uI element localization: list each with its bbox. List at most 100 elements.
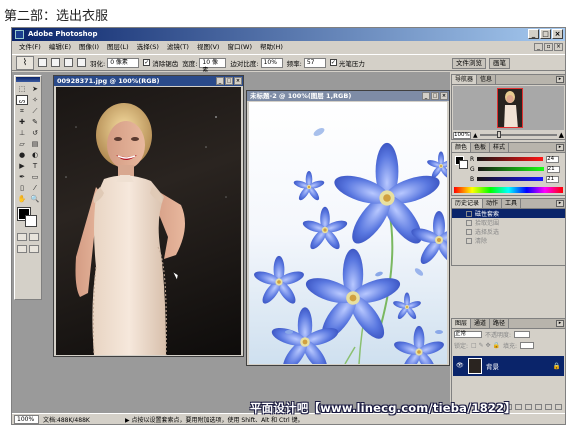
hand-tool-icon[interactable]: ✋ — [16, 194, 28, 204]
blue-slider[interactable] — [477, 177, 544, 181]
navigator-zoom-input[interactable]: 100% — [453, 131, 471, 139]
zoom-in-icon[interactable]: ▲ — [559, 131, 564, 139]
blend-mode-select[interactable]: 正常 — [454, 331, 482, 338]
flowers-canvas[interactable] — [249, 102, 447, 364]
photo-canvas[interactable] — [56, 87, 241, 355]
history-item[interactable]: 磁性套索 — [452, 209, 565, 218]
clone-stamp-icon[interactable]: ⊥ — [16, 128, 28, 138]
shape-tool-icon[interactable]: ▭ — [29, 172, 41, 182]
tab-styles[interactable]: 样式 — [490, 143, 510, 152]
width-input[interactable]: 10 像素 — [199, 57, 227, 74]
screen-mode-icon[interactable] — [17, 245, 27, 253]
eraser-tool-icon[interactable]: ▱ — [16, 139, 28, 149]
green-value-input[interactable]: 21 — [546, 165, 560, 173]
doc-maximize-button[interactable]: □ — [225, 77, 233, 85]
history-item[interactable]: 选择反选 — [452, 227, 565, 236]
panel-menu-icon[interactable]: ▸ — [556, 320, 564, 327]
color-background-swatch[interactable] — [459, 160, 468, 169]
move-tool-icon[interactable]: ➤ — [29, 84, 41, 94]
background-color-swatch[interactable] — [25, 215, 37, 227]
zoom-tool-icon[interactable]: 🔍 — [29, 194, 41, 204]
panel-menu-icon[interactable]: ▸ — [556, 144, 564, 151]
tab-navigator[interactable]: 导航器 — [452, 75, 478, 84]
tab-tools[interactable]: 工具 — [502, 199, 522, 208]
pen-pressure-checkbox[interactable]: ✓ — [329, 59, 337, 66]
panel-menu-icon[interactable]: ▸ — [556, 76, 564, 83]
tab-file-browser[interactable]: 文件浏览 — [452, 58, 486, 69]
subtract-selection-mode[interactable] — [64, 58, 73, 67]
slice-tool-icon[interactable]: ⟋ — [29, 106, 41, 116]
blur-tool-icon[interactable]: ● — [16, 150, 28, 160]
menu-filter[interactable]: 滤镜(T) — [163, 42, 193, 53]
tab-info[interactable]: 信息 — [477, 75, 497, 84]
doc-title-bar[interactable]: 00928371.jpg @ 100%(RGB) _ □ × — [54, 76, 243, 86]
crop-tool-icon[interactable]: ⌗ — [16, 106, 28, 116]
standard-mode-icon[interactable] — [17, 233, 27, 241]
eye-icon[interactable]: 👁 — [456, 362, 464, 370]
panel-menu-icon[interactable]: ▸ — [556, 200, 564, 207]
menu-help[interactable]: 帮助(H) — [256, 42, 287, 53]
document-window-photo[interactable]: 00928371.jpg @ 100%(RGB) _ □ × — [53, 75, 244, 357]
lock-icons[interactable]: □ ✎ ✥ 🔒 — [471, 342, 500, 349]
doc-maximize-button[interactable]: □ — [431, 92, 439, 100]
red-slider[interactable] — [477, 157, 544, 161]
menu-window[interactable]: 窗口(W) — [223, 42, 256, 53]
doc-close-button[interactable]: × — [440, 92, 448, 100]
document-window-flowers[interactable]: 未标题-2 @ 100%(图层 1,RGB) _ □ × — [246, 90, 450, 366]
red-value-input[interactable]: 24 — [546, 155, 560, 163]
antialias-checkbox[interactable]: ✓ — [143, 59, 151, 66]
healing-brush-icon[interactable]: ✚ — [16, 117, 28, 127]
eyedropper-tool-icon[interactable]: ⁄ — [29, 183, 41, 193]
tab-brushes[interactable]: 画笔 — [489, 58, 510, 69]
zoom-slider[interactable] — [479, 131, 557, 138]
doc-close-button[interactable]: × — [554, 43, 563, 51]
doc-restore-button[interactable]: ▫ — [544, 43, 553, 51]
feather-input[interactable]: 0 像素 — [107, 57, 140, 68]
doc-minimize-button[interactable]: _ — [216, 77, 224, 85]
magnetic-lasso-tool-icon[interactable]: ᔕ — [16, 95, 28, 105]
history-brush-icon[interactable]: ↺ — [29, 128, 41, 138]
menu-layer[interactable]: 图层(L) — [103, 42, 133, 53]
status-zoom-input[interactable]: 100% — [14, 414, 39, 424]
tab-color[interactable]: 颜色 — [452, 143, 472, 152]
trash-icon[interactable] — [555, 404, 562, 410]
history-item[interactable]: 拾取范围 — [452, 218, 565, 227]
marquee-tool-icon[interactable]: ⬚ — [16, 84, 28, 94]
fill-input[interactable] — [519, 342, 534, 349]
tab-swatches[interactable]: 色板 — [471, 143, 491, 152]
tab-channels[interactable]: 通道 — [471, 319, 491, 328]
tab-paths[interactable]: 路径 — [490, 319, 510, 328]
tab-history[interactable]: 历史记录 — [452, 199, 484, 208]
tab-layers[interactable]: 图层 — [452, 319, 472, 328]
intersect-selection-mode[interactable] — [77, 58, 86, 67]
navigator-preview[interactable] — [453, 86, 564, 130]
menu-file[interactable]: 文件(F) — [15, 42, 45, 53]
add-selection-mode[interactable] — [51, 58, 60, 67]
menu-view[interactable]: 视图(V) — [193, 42, 224, 53]
magic-wand-tool-icon[interactable]: ✧ — [29, 95, 41, 105]
fullscreen-mode-icon[interactable] — [29, 245, 39, 253]
doc-minimize-button[interactable]: _ — [422, 92, 430, 100]
quickmask-mode-icon[interactable] — [29, 233, 39, 241]
document-size[interactable]: 文档:488K/488K — [43, 415, 121, 424]
notes-tool-icon[interactable]: ▯ — [16, 183, 28, 193]
zoom-out-icon[interactable]: ▲ — [473, 132, 478, 139]
gradient-tool-icon[interactable]: ▤ — [29, 139, 41, 149]
menu-edit[interactable]: 编辑(E) — [45, 42, 75, 53]
green-slider[interactable] — [477, 167, 544, 171]
maximize-button[interactable]: □ — [540, 29, 551, 39]
color-spectrum-bar[interactable] — [454, 187, 563, 193]
brush-tool-icon[interactable]: ✎ — [29, 117, 41, 127]
dodge-tool-icon[interactable]: ◐ — [29, 150, 41, 160]
layer-mask-icon[interactable] — [515, 404, 522, 410]
pen-tool-icon[interactable]: ✒ — [16, 172, 28, 182]
new-set-icon[interactable] — [525, 404, 532, 410]
close-button[interactable]: × — [552, 29, 563, 39]
edge-contrast-input[interactable]: 10% — [260, 57, 283, 68]
menu-image[interactable]: 图像(I) — [75, 42, 103, 53]
layer-row-background[interactable]: 👁 背景 🔒 — [453, 356, 564, 376]
history-item[interactable]: 清除 — [452, 236, 565, 245]
menu-select[interactable]: 选择(S) — [133, 42, 163, 53]
adjustment-layer-icon[interactable] — [535, 404, 542, 410]
tool-preset-picker[interactable]: ⌇ — [16, 55, 34, 70]
